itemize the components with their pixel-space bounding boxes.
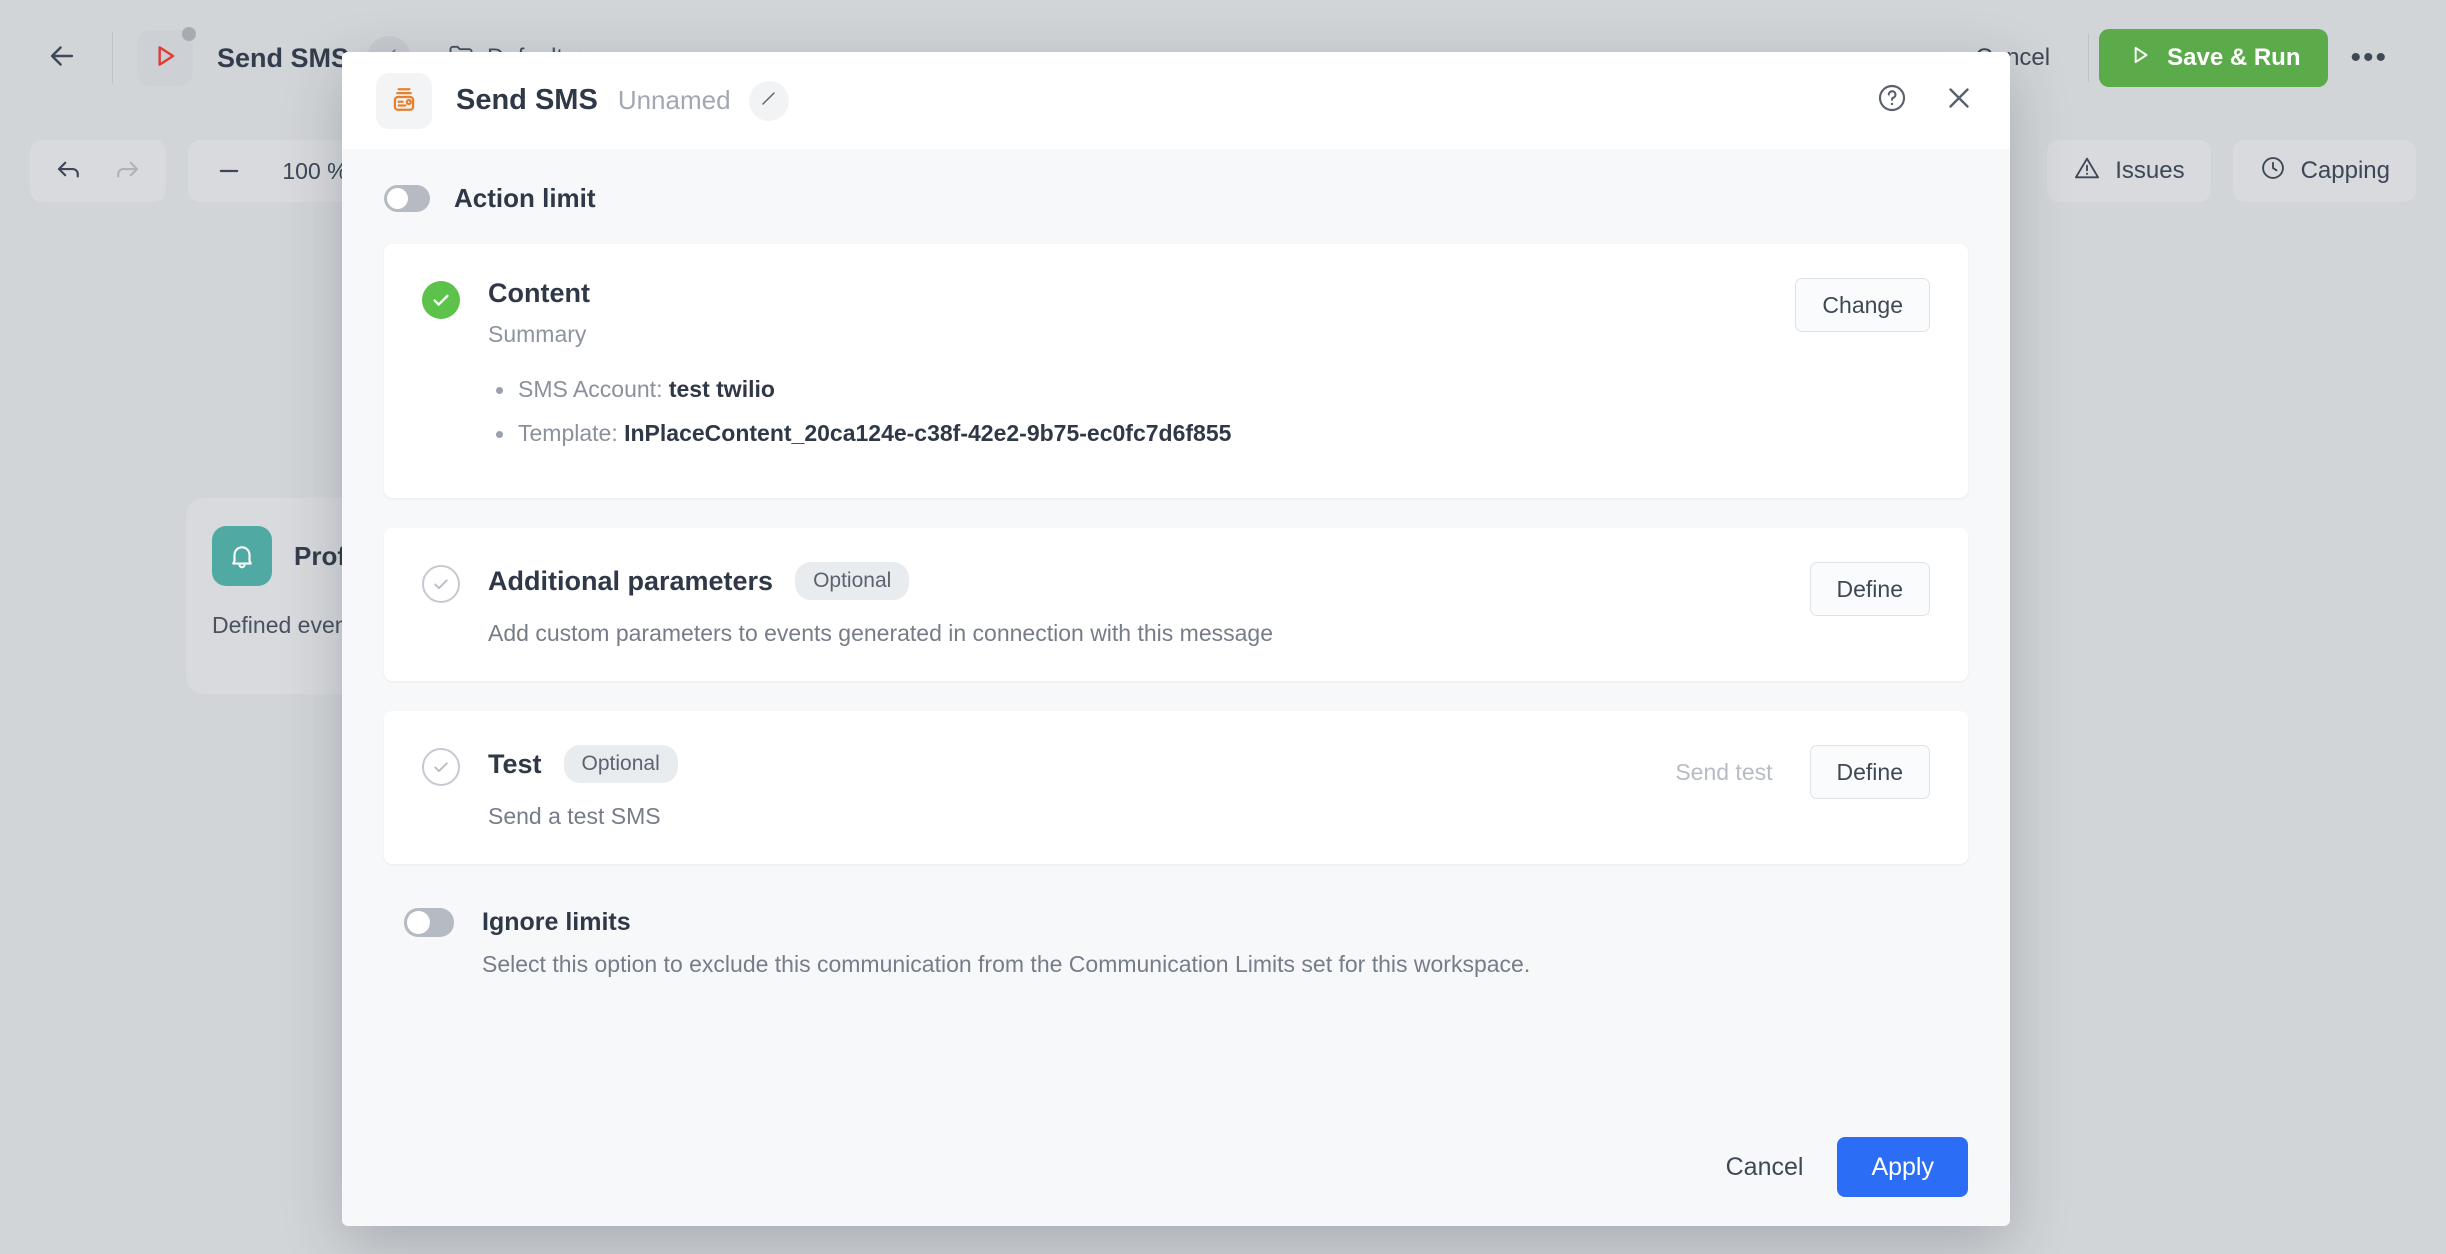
section-test: Test Optional Send a test SMS Send test … xyxy=(384,711,1968,864)
change-button[interactable]: Change xyxy=(1795,278,1930,332)
section-content-actions: Change xyxy=(1795,278,1930,332)
optional-badge: Optional xyxy=(795,562,910,600)
template-label: Template: xyxy=(518,420,618,446)
section-subtitle: Summary xyxy=(488,321,587,347)
play-triangle-icon xyxy=(2127,42,2153,75)
ignore-limits-label: Ignore limits xyxy=(482,908,631,936)
section-content-main: Content Summary SMS Account: test twilio… xyxy=(488,278,1771,464)
zoom-out-button[interactable] xyxy=(204,146,254,196)
send-sms-modal: Send SMS Unnamed Action limit Content Su… xyxy=(342,52,2010,1226)
app-root: Send SMS Default Cancel xyxy=(0,0,2446,1254)
section-title: Test xyxy=(488,748,542,779)
section-description: Add custom parameters to events generate… xyxy=(488,620,1273,646)
section-test-row: Test Optional Send a test SMS Send test … xyxy=(422,745,1930,830)
action-limit-label: Action limit xyxy=(454,183,596,213)
redo-arrow-icon xyxy=(112,154,142,189)
modal-body: Action limit Content Summary SMS Account… xyxy=(342,149,2010,1108)
history-controls xyxy=(30,140,166,202)
section-test-main: Test Optional Send a test SMS xyxy=(488,745,1628,830)
modal-header: Send SMS Unnamed xyxy=(342,52,2010,149)
help-circle-icon[interactable] xyxy=(1876,82,1908,119)
workflow-type-icon xyxy=(137,27,196,86)
optional-badge: Optional xyxy=(563,745,678,783)
workflow-title: Send SMS xyxy=(217,42,350,73)
status-badge-complete xyxy=(422,281,460,319)
define-button[interactable]: Define xyxy=(1809,745,1930,799)
ignore-limits-toggle[interactable] xyxy=(404,908,454,937)
sms-card-icon xyxy=(376,72,432,129)
check-icon xyxy=(433,294,449,306)
modal-name-placeholder: Unnamed xyxy=(617,85,731,115)
ignore-limits-row: Ignore limits Select this option to excl… xyxy=(384,908,1968,978)
section-test-actions: Send test Define xyxy=(1652,745,1930,799)
minus-icon xyxy=(219,169,239,173)
section-content: Content Summary SMS Account: test twilio… xyxy=(384,244,1968,498)
status-badge-incomplete xyxy=(422,748,460,786)
canvas-toolbar-right: Issues Capping xyxy=(2047,140,2416,202)
section-additional-parameters-main: Additional parameters Optional Add custo… xyxy=(488,562,1786,647)
pencil-icon xyxy=(759,89,778,113)
apply-button[interactable]: Apply xyxy=(1837,1137,1968,1197)
sms-account-value: test twilio xyxy=(668,376,775,402)
undo-button[interactable] xyxy=(44,146,94,196)
undo-arrow-icon xyxy=(54,154,84,189)
sms-account-label: SMS Account: xyxy=(518,376,663,402)
section-additional-parameters: Additional parameters Optional Add custo… xyxy=(384,528,1968,681)
check-icon xyxy=(434,579,448,590)
section-additional-parameters-row: Additional parameters Optional Add custo… xyxy=(422,562,1930,647)
list-item: Template: InPlaceContent_20ca124e-c38f-4… xyxy=(488,420,1771,447)
section-additional-parameters-titleline: Additional parameters Optional xyxy=(488,562,1786,600)
section-title: Content xyxy=(488,278,590,308)
action-limit-toggle[interactable] xyxy=(384,185,430,212)
topbar-divider-2 xyxy=(2088,34,2090,82)
issues-label: Issues xyxy=(2115,157,2185,184)
arrow-left-icon xyxy=(45,39,79,78)
status-badge-incomplete xyxy=(422,565,460,603)
content-summary-list: SMS Account: test twilio Template: InPla… xyxy=(488,376,1771,447)
bell-icon xyxy=(212,526,272,586)
template-value: InPlaceContent_20ca124e-c38f-42e2-9b75-e… xyxy=(624,420,1232,446)
overflow-menu-button[interactable]: ••• xyxy=(2328,41,2410,75)
toolbar-divider xyxy=(112,32,113,84)
action-limit-row: Action limit xyxy=(384,183,1968,214)
cancel-button[interactable]: Cancel xyxy=(1726,1153,1804,1182)
send-test-button: Send test xyxy=(1675,758,1773,785)
define-button[interactable]: Define xyxy=(1809,562,1930,616)
modal-rename-button[interactable] xyxy=(748,80,789,121)
modal-footer: Cancel Apply xyxy=(342,1108,2010,1226)
issues-button[interactable]: Issues xyxy=(2047,140,2211,202)
section-additional-parameters-actions: Define xyxy=(1809,562,1930,616)
capping-button[interactable]: Capping xyxy=(2232,140,2416,202)
modal-header-actions xyxy=(1876,81,1976,120)
capping-label: Capping xyxy=(2300,157,2390,184)
check-icon xyxy=(434,762,448,773)
workflow-status-dot xyxy=(182,27,196,41)
close-icon[interactable] xyxy=(1942,81,1976,120)
canvas-node-title: Prof xyxy=(294,540,346,571)
clock-icon xyxy=(2259,154,2287,189)
save-and-run-button[interactable]: Save & Run xyxy=(2099,29,2329,87)
ignore-limits-text: Ignore limits Select this option to excl… xyxy=(482,908,1530,978)
warning-triangle-icon xyxy=(2073,154,2101,189)
modal-title: Send SMS xyxy=(456,84,598,116)
section-content-row: Content Summary SMS Account: test twilio… xyxy=(422,278,1930,464)
toggle-knob xyxy=(407,911,430,934)
play-triangle-icon xyxy=(149,40,181,77)
section-title: Additional parameters xyxy=(488,565,774,596)
redo-button[interactable] xyxy=(102,146,152,196)
save-and-run-label: Save & Run xyxy=(2167,44,2301,71)
section-description: Send a test SMS xyxy=(488,803,661,829)
ignore-limits-description: Select this option to exclude this commu… xyxy=(482,951,1531,977)
toggle-knob xyxy=(387,188,408,209)
back-button[interactable] xyxy=(36,32,88,84)
list-item: SMS Account: test twilio xyxy=(488,376,1771,403)
section-content-titleline: Content xyxy=(488,278,1771,309)
section-test-titleline: Test Optional xyxy=(488,745,1628,783)
topbar-actions: Cancel Save & Run ••• xyxy=(1947,29,2410,87)
